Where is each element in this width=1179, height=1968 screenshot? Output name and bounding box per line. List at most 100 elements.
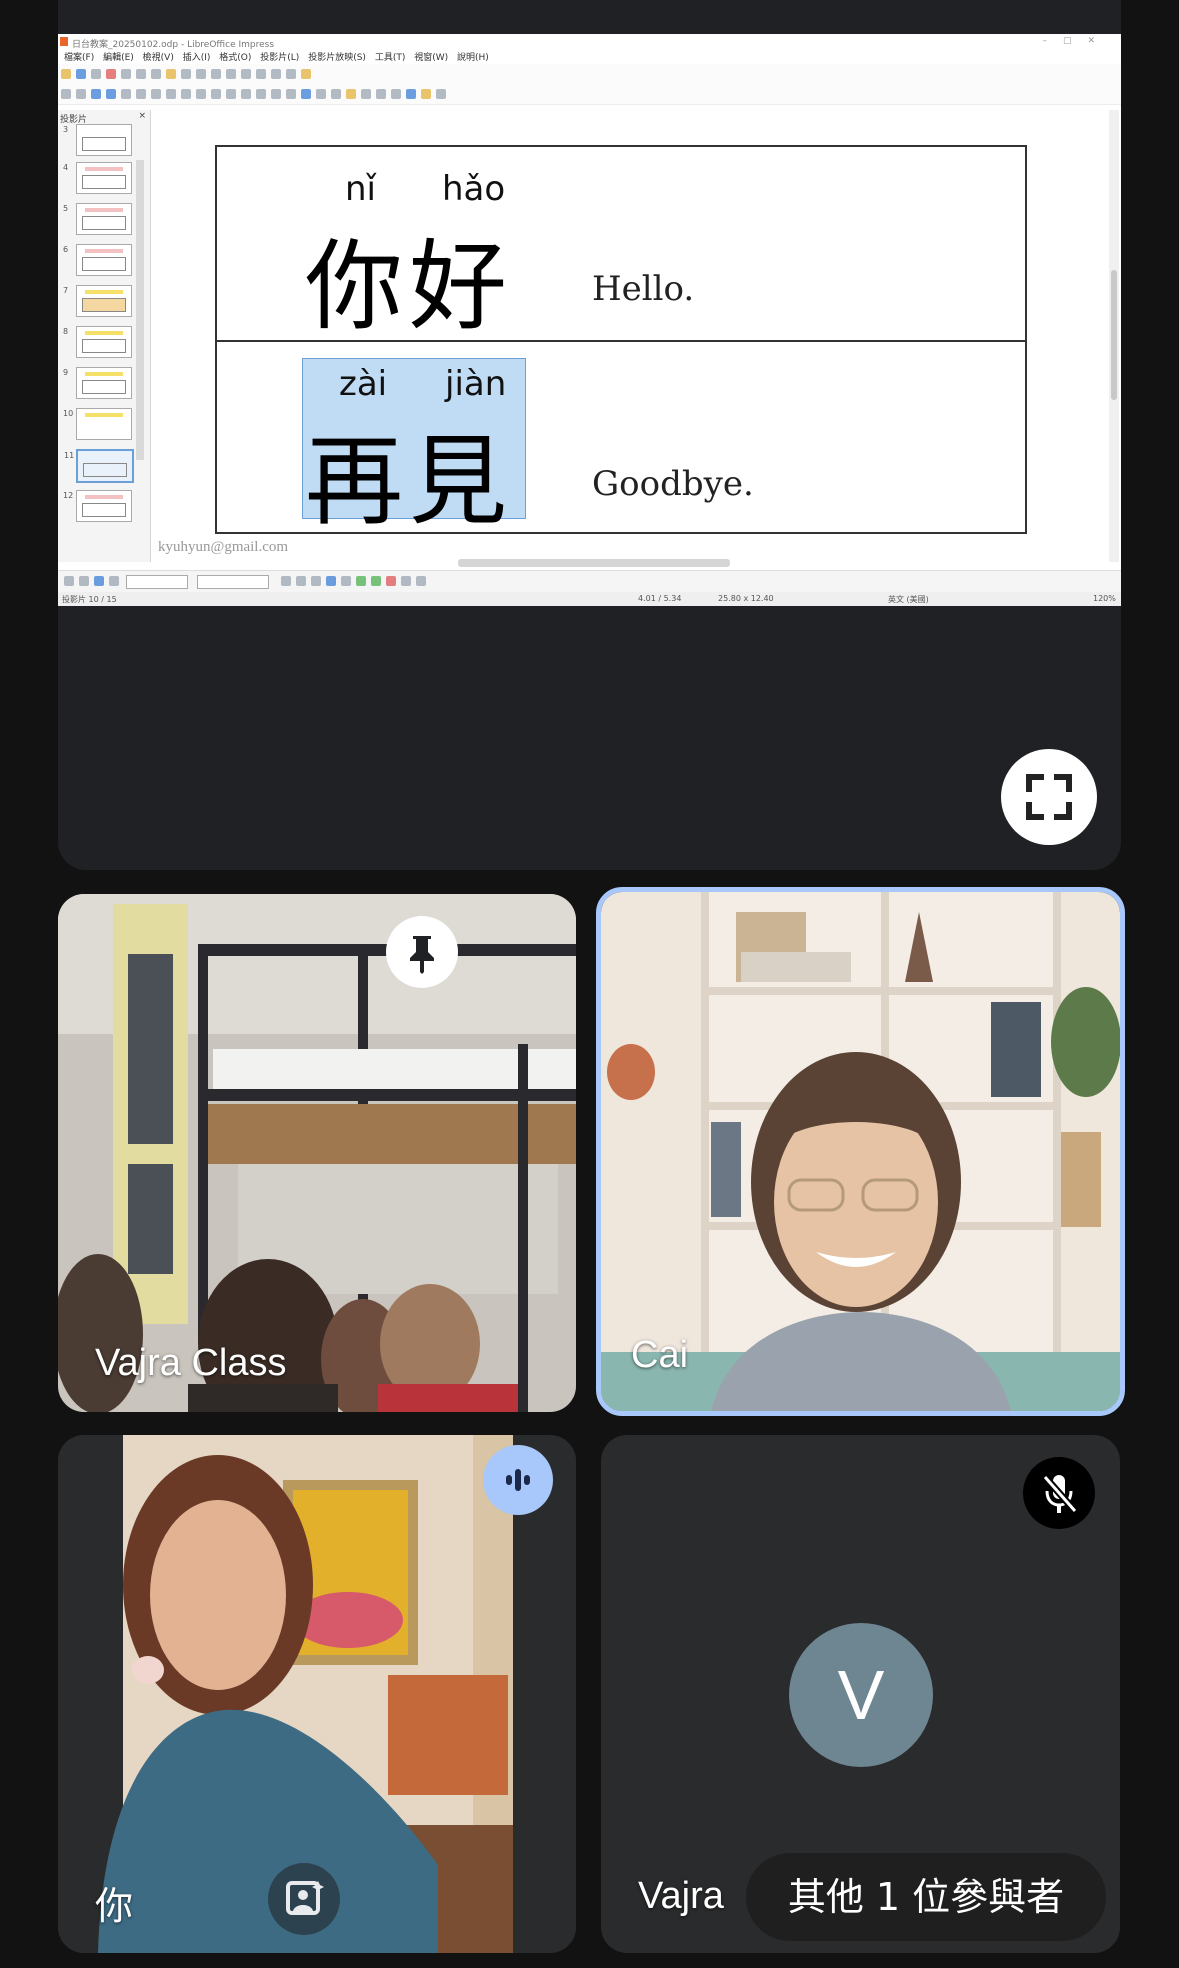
- border-color-icon: [94, 576, 104, 586]
- insert-row-icon: [356, 576, 367, 586]
- status-bar: 投影片 10 / 15 4.01 / 5.34 25.80 x 12.40 英文…: [58, 592, 1121, 606]
- stars-icon: [286, 89, 296, 99]
- participant-tile-vajra-class[interactable]: Vajra Class: [58, 894, 576, 1412]
- other-participants-button[interactable]: 其他 1 位參與者: [746, 1853, 1106, 1941]
- merge-cells-icon: [281, 576, 292, 586]
- fullscreen-button[interactable]: [1001, 749, 1097, 845]
- eraser-icon: [436, 89, 446, 99]
- menu-format: 格式(O): [219, 53, 252, 63]
- pin-icon: [410, 936, 434, 974]
- line-color-icon: [91, 89, 101, 99]
- pdf-icon: [106, 69, 116, 79]
- vocab-table: nǐ hǎo 你好 Hello. zài jiàn 再見 Goodbye.: [215, 145, 1027, 539]
- video-feed-classroom: [58, 894, 576, 1412]
- libreoffice-impress-window: 日台教案_20250102.odp - LibreOffice Impress …: [58, 34, 1121, 606]
- menu-window: 視窗(W): [414, 53, 449, 63]
- area-style-select: [126, 575, 189, 589]
- table-properties-icon: [416, 576, 427, 586]
- menu-tools: 工具(T): [374, 53, 406, 63]
- participant-tile-self[interactable]: 你: [58, 1435, 576, 1953]
- slide-thumbnail: 12: [63, 490, 132, 522]
- status-position: 4.01 / 5.34: [638, 594, 682, 603]
- border-style-icon: [79, 576, 89, 586]
- menu-insert: 插入(I): [182, 53, 211, 63]
- distribute-icon: [361, 89, 371, 99]
- participant-tile-vajra[interactable]: V Vajra 其他 1 位參與者: [601, 1435, 1120, 1953]
- block-arrows-icon: [241, 89, 251, 99]
- open-icon: [61, 69, 71, 79]
- menu-edit: 編輯(E): [103, 53, 134, 63]
- avatar: V: [789, 1623, 933, 1767]
- callout-icon: [271, 89, 281, 99]
- close-icon: ×: [138, 111, 146, 121]
- participant-name: Vajra Class: [95, 1342, 287, 1384]
- table-borders-icon: [64, 576, 74, 586]
- 3d-objects-icon: [301, 89, 311, 99]
- arrow-icon: [166, 89, 176, 99]
- english-hello: Hello.: [592, 269, 695, 309]
- drawing-toolbar: [58, 84, 1121, 105]
- paste-icon: [166, 69, 176, 79]
- status-size: 25.80 x 12.40: [718, 594, 774, 603]
- draw-icon: [406, 89, 416, 99]
- slide-thumbnail: 7: [63, 285, 132, 317]
- window-titlebar: 日台教案_20250102.odp - LibreOffice Impress …: [58, 34, 1121, 50]
- rectangle-icon: [136, 89, 146, 99]
- cut-icon: [136, 69, 146, 79]
- print-icon: [121, 69, 131, 79]
- table-row: zài jiàn 再見 Goodbye.: [217, 342, 1025, 539]
- image-icon: [271, 69, 281, 79]
- save-icon: [76, 69, 86, 79]
- slide-thumbnail-selected: 11: [64, 449, 134, 483]
- pin-button[interactable]: [386, 916, 458, 988]
- insert-column-icon: [371, 576, 382, 586]
- participant-name: Cai: [631, 1334, 689, 1376]
- app-icon: [60, 37, 68, 46]
- slide-thumbnail: 3: [63, 124, 132, 156]
- horizontal-scrollbar: [458, 559, 730, 567]
- slide-thumbnail: 8: [63, 326, 132, 358]
- symbol-shapes-icon: [226, 89, 236, 99]
- grid-icon: [241, 69, 251, 79]
- align-icon: [331, 89, 341, 99]
- undo-icon: [181, 69, 191, 79]
- audio-level-icon: [506, 1469, 530, 1491]
- visual-effects-button[interactable]: [268, 1863, 340, 1935]
- menu-slide: 投影片(L): [260, 53, 300, 63]
- flowchart-icon: [256, 89, 266, 99]
- area-style-icon: [109, 576, 119, 586]
- participant-tile-cai[interactable]: Cai: [596, 887, 1125, 1416]
- slide-thumbnail: 6: [63, 244, 132, 276]
- participant-name: Vajra: [638, 1875, 724, 1917]
- pinyin-hao: hǎo: [442, 169, 506, 209]
- export-icon: [91, 69, 101, 79]
- participant-name: 你: [95, 1886, 134, 1928]
- align-top-icon: [326, 576, 337, 586]
- fill-select: [197, 575, 270, 589]
- curve-icon: [181, 89, 191, 99]
- status-language: 英文 (美國): [888, 595, 929, 604]
- shapes-icon: [211, 89, 221, 99]
- watermark-email: kyuhyun@gmail.com: [158, 539, 289, 555]
- menu-help: 說明(H): [457, 53, 489, 63]
- table-toolbar: [58, 570, 1121, 593]
- hanzi-zaijian: 再見: [305, 425, 514, 539]
- optimize-icon: [311, 576, 322, 586]
- rotate-icon: [316, 89, 326, 99]
- screen-share-tile[interactable]: 日台教案_20250102.odp - LibreOffice Impress …: [58, 0, 1121, 870]
- pinyin-zai: zài: [339, 364, 388, 404]
- slide-thumbnail: 5: [63, 203, 132, 235]
- slideshow-icon: [301, 69, 311, 79]
- portrait-effects-icon: [286, 1881, 324, 1915]
- line-icon: [121, 89, 131, 99]
- menu-slideshow: 投影片放映(S): [308, 53, 366, 63]
- pinyin-jian: jiàn: [445, 364, 507, 404]
- spelling-icon: [226, 69, 236, 79]
- slide-pane: 投影片 × 3 4 5 6 7 8 9 10 11 12: [58, 110, 151, 562]
- highlight-icon: [421, 89, 431, 99]
- slide-pane-scrollbar: [136, 160, 144, 460]
- table-icon: [256, 69, 266, 79]
- standard-toolbar: [58, 64, 1121, 85]
- window-controls: –▢✕: [1042, 36, 1111, 46]
- slide-thumbnail: 10: [63, 408, 132, 440]
